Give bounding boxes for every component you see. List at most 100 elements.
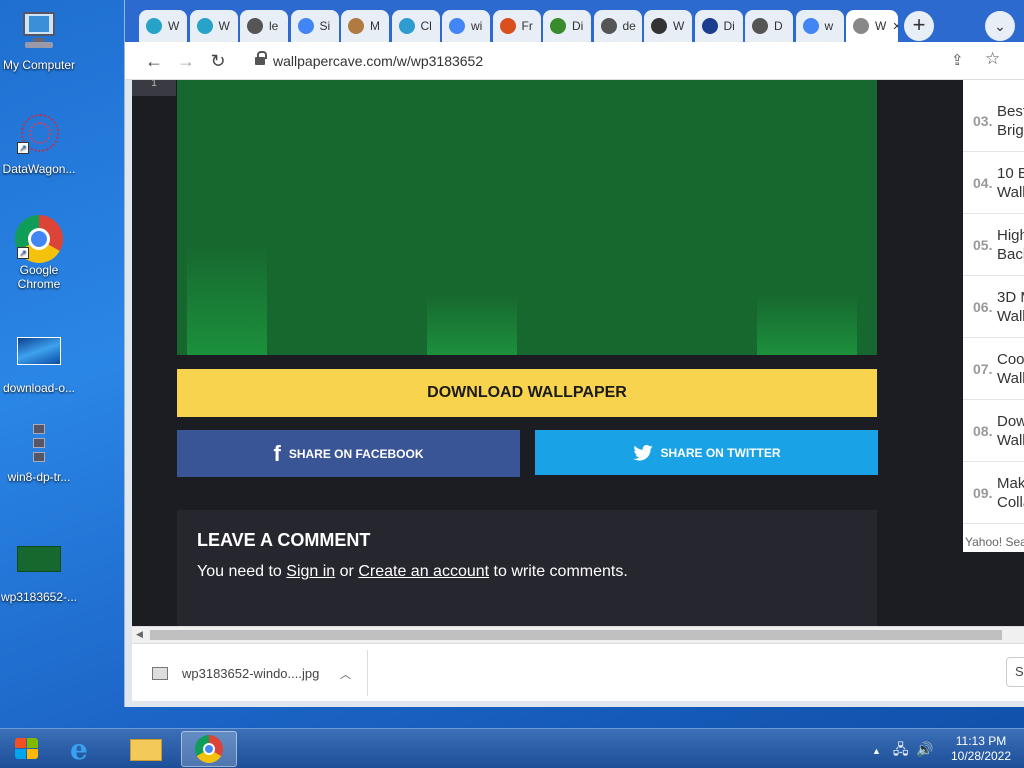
tab-strip: W Wle Si M Cl wi Fr Di de W Di Dw W ✕ + ⌄ [125,0,1024,42]
close-icon[interactable]: ✕ [892,20,898,33]
sidebar-list-item[interactable]: 05.High Back [963,214,1024,276]
sidebar-list-item[interactable]: 09.Mak Colla [963,462,1024,524]
browser-window: W Wle Si M Cl wi Fr Di de W Di Dw W ✕ + ⌄ ← → ↻ wallp… [124,0,1024,707]
desktop-icon-label: wp3183652-... [0,590,78,604]
sidebar-list-item[interactable]: 07.Cool Wall [963,338,1024,400]
tab-title: de [622,19,636,33]
sidebar-item-title-line: Mak [997,475,1024,492]
clock-time: 11:13 PM [955,734,1007,748]
tab-title: wi [471,19,483,33]
taskbar-internet-explorer[interactable]: e [58,731,114,767]
share-twitter-button[interactable]: SHARE ON TWITTER [535,430,878,475]
browser-tab[interactable]: W [139,10,187,42]
chrome-icon [195,735,223,763]
desktop-icon-label: DataWagon... [2,162,76,176]
site-icon [701,18,718,34]
reload-button[interactable]: ↻ [207,50,229,72]
tab-title: Di [572,19,584,33]
scroll-left-icon[interactable]: ◀ [136,629,143,640]
tab-search-button[interactable]: ⌄ [985,11,1015,41]
tab-title: W [673,19,685,33]
volume-icon[interactable]: 🔊 [916,741,933,757]
desktop-icon-label: Google Chrome [17,263,61,291]
desktop-icon-google-chrome[interactable]: ↗ Google Chrome [0,215,78,291]
show-all-button[interactable]: S [1006,657,1024,687]
desktop-icon-datawagon[interactable]: ↗ DataWagon... [0,114,78,176]
browser-tab[interactable]: M [341,10,389,42]
sidebar-list-item[interactable]: 06.3D M Wall [963,276,1024,338]
sign-in-link[interactable]: Sign in [286,563,335,580]
show-hidden-icons-icon[interactable]: ▲ [872,746,881,756]
browser-tab[interactable]: de [593,10,642,42]
network-icon[interactable]: 🖧 [893,741,909,757]
comment-suffix: to write comments. [489,563,628,580]
taskbar-clock[interactable]: 11:13 PM 10/28/2022 [946,734,1016,764]
site-icon [499,18,516,34]
wallpaper-glow [757,295,857,355]
chevron-up-icon[interactable]: ︿ [340,666,351,682]
internet-explorer-icon: e [70,733,88,766]
sidebar-item-title: 10 B Wall [997,164,1024,202]
desktop-icon-download-image[interactable]: download-o... [0,333,78,395]
site-icon [348,18,364,34]
system-tray: ▲ 🖧 🔊 [872,739,934,763]
comment-title: LEAVE A COMMENT [197,530,371,550]
forward-button[interactable]: → [175,50,197,72]
browser-tab[interactable]: W [644,10,692,42]
new-tab-button[interactable]: + [904,11,934,41]
browser-tab[interactable]: W ✕ [846,10,898,42]
browser-tab[interactable]: Di [543,10,591,42]
download-wallpaper-button[interactable]: DOWNLOAD WALLPAPER [177,369,877,417]
scrollbar-thumb[interactable] [150,630,1002,640]
sidebar-item-number: 08. [973,423,993,439]
sidebar-item-number: 04. [973,175,993,191]
taskbar-file-explorer[interactable] [118,731,174,767]
sidebar-list-item[interactable]: 03.Best Brig [963,90,1024,152]
browser-tab[interactable]: w [795,10,844,42]
browser-tab[interactable]: le [240,10,288,42]
bookmark-star-icon[interactable]: ☆ [985,49,1000,69]
google-icon [449,18,465,34]
taskbar-chrome[interactable] [181,731,237,767]
desktop-icon-wp3183652[interactable]: wp3183652-... [0,542,78,604]
sidebar-item-number: 09. [973,485,993,501]
globe-icon [247,18,263,34]
globe-icon [600,18,617,34]
sidebar-item-title-line: Wall [997,370,1024,387]
google-icon [802,18,819,34]
start-button[interactable] [6,732,48,766]
browser-tab[interactable]: wi [442,10,490,42]
sidebar-item-title-line: Wall [997,184,1024,201]
downloads-bar: wp3183652-windo....jpg ︿ S [132,643,1024,701]
browser-tab[interactable]: Si [290,10,339,42]
sidebar-item-title: Mak Colla [997,474,1024,512]
browser-tab[interactable]: Cl [391,10,440,42]
arrow-right-icon: → [177,51,195,71]
browser-toolbar: ← → ↻ wallpapercave.com/w/wp3183652 ⇪ ☆ [125,42,1024,80]
browser-tab[interactable]: Fr [492,10,541,42]
download-item[interactable]: wp3183652-windo....jpg ︿ [138,650,368,696]
facebook-icon: f [273,440,281,466]
browser-tab[interactable]: D [745,10,793,42]
browser-tab[interactable]: Di [694,10,743,42]
create-account-link[interactable]: Create an account [358,563,489,580]
desktop-icon-label: My Computer [2,58,76,72]
horizontal-scrollbar[interactable]: ◀ [132,626,1024,643]
clock-date: 10/28/2022 [950,749,1012,763]
back-button[interactable]: ← [143,50,165,72]
desktop-icon-my-computer[interactable]: My Computer [0,10,78,72]
sidebar-list-item[interactable]: 08. Dow Wall [963,400,1024,462]
address-bar[interactable]: wallpapercave.com/w/wp3183652 ⇪ ☆ [245,47,1015,75]
sidebar-item-title-line: Dow [997,413,1024,430]
sidebar-list-item[interactable]: 04. 10 B Wall [963,152,1024,214]
sidebar-item-title: 3D M Wall [997,288,1024,326]
comment-prefix: You need to [197,563,287,580]
share-icon[interactable]: ⇪ [951,51,964,69]
tab-title: le [269,19,279,33]
arrow-left-icon: ← [145,51,163,71]
share-facebook-button[interactable]: f SHARE ON FACEBOOK [177,430,520,477]
browser-tab[interactable]: W [189,10,238,42]
sidebar-item-title-line: Colla [997,494,1024,511]
computer-icon [15,10,63,54]
desktop-icon-win8-dp[interactable]: win8-dp-tr... [0,422,78,484]
